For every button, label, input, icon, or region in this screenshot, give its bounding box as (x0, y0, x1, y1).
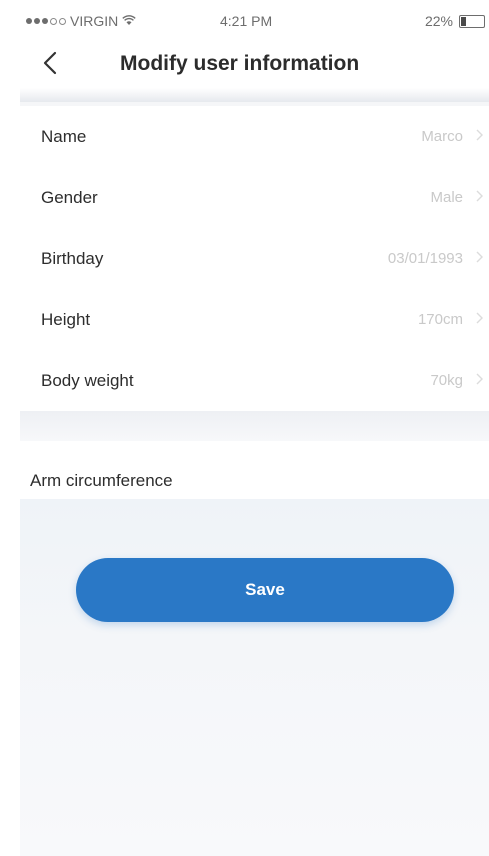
background-area (20, 499, 489, 856)
wifi-icon (122, 13, 136, 29)
section-divider (20, 411, 489, 441)
chevron-left-icon (43, 51, 57, 80)
battery-level (461, 16, 466, 26)
field-row-arm-circumference[interactable]: Arm circumference (20, 441, 489, 499)
field-row-gender[interactable]: Gender Male (20, 167, 489, 228)
battery-percent: 22% (424, 13, 453, 29)
field-row-height[interactable]: Height 170cm (20, 289, 489, 350)
nav-divider (20, 88, 489, 102)
chevron-right-icon (476, 311, 483, 329)
back-button[interactable] (20, 40, 80, 90)
field-label: Name (41, 126, 87, 146)
battery-icon (459, 14, 485, 28)
field-label: Arm circumference (30, 471, 173, 490)
field-row-body-weight[interactable]: Body weight 70kg (20, 350, 489, 411)
status-bar: VIRGIN 4:21 PM 22% (20, 0, 489, 40)
field-row-birthday[interactable]: Birthday 03/01/1993 (20, 228, 489, 289)
chevron-right-icon (476, 189, 483, 207)
field-label: Birthday (41, 248, 104, 268)
field-value: 03/01/1993 (387, 250, 463, 267)
field-label: Body weight (41, 370, 134, 390)
field-label: Height (41, 309, 91, 329)
field-value: Marco (421, 128, 463, 145)
user-info-form: Name Marco Gender Male Birthday 03/01/19… (20, 106, 489, 411)
page-title: Modify user information (120, 52, 360, 75)
status-right: 22% (425, 13, 485, 29)
signal-strength-icon (26, 17, 66, 25)
field-row-name[interactable]: Name Marco (20, 106, 489, 167)
status-left: VIRGIN (26, 13, 136, 29)
navigation-bar: Modify user information (20, 40, 489, 102)
field-value: 70kg (430, 372, 463, 389)
chevron-right-icon (476, 250, 483, 268)
chevron-right-icon (476, 128, 483, 146)
chevron-right-icon (476, 372, 483, 390)
field-value: 170cm (417, 311, 463, 328)
status-time: 4:21 PM (220, 13, 273, 29)
save-button[interactable]: Save (76, 558, 454, 622)
app-screen: VIRGIN 4:21 PM 22% Modify user informati… (20, 0, 489, 856)
field-label: Gender (41, 187, 98, 207)
carrier-name: VIRGIN (70, 13, 119, 29)
field-value: Male (430, 189, 463, 206)
